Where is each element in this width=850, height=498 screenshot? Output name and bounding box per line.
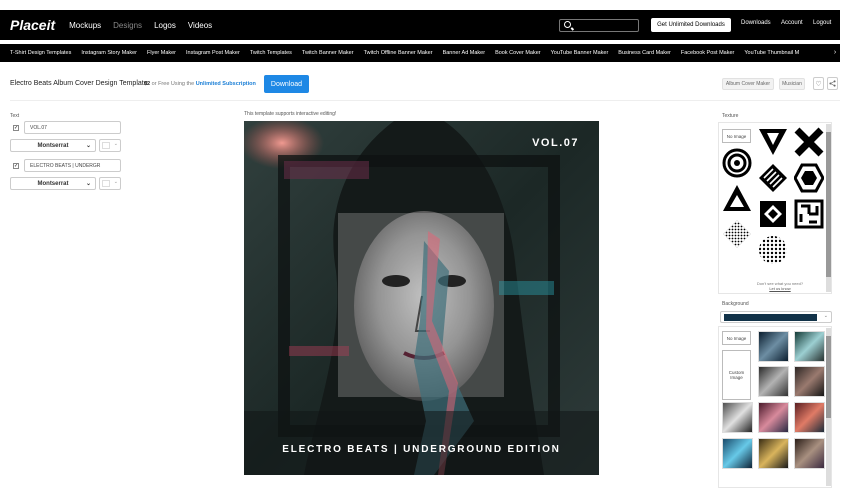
category-item[interactable]: Twitch Offline Banner Maker xyxy=(364,50,433,56)
background-thumbnail[interactable] xyxy=(722,438,753,469)
category-bar: T-Shirt Design Templates Instagram Story… xyxy=(0,44,840,62)
search-icon xyxy=(564,21,571,28)
price-info: $2 or Free Using the Unlimited Subscript… xyxy=(144,81,256,87)
get-unlimited-button[interactable]: Get Unlimited Downloads xyxy=(651,18,731,32)
background-thumbnail[interactable] xyxy=(794,331,825,362)
category-item[interactable]: YouTube Thumbnail M xyxy=(744,50,799,56)
color-swatch xyxy=(102,180,110,187)
search-input[interactable] xyxy=(559,19,639,32)
scrollbar-thumb[interactable] xyxy=(826,132,831,277)
chevron-down-icon: ⌄ xyxy=(823,313,828,319)
placeit-logo[interactable]: Placeit xyxy=(10,17,55,33)
chevron-down-icon: ⌄ xyxy=(113,179,118,185)
concentric-circles-icon[interactable] xyxy=(722,148,752,178)
category-item[interactable]: Business Card Maker xyxy=(618,50,671,56)
background-thumbnail[interactable] xyxy=(722,402,753,433)
help-link[interactable]: Let us know xyxy=(769,286,790,291)
nav-videos[interactable]: Videos xyxy=(188,21,212,30)
text-1-checkbox[interactable]: ✓ xyxy=(13,125,19,131)
category-item[interactable]: T-Shirt Design Templates xyxy=(10,50,71,56)
nav-logos[interactable]: Logos xyxy=(154,21,176,30)
share-icon[interactable] xyxy=(827,77,838,90)
triangle-icon[interactable] xyxy=(722,183,752,213)
background-thumbnail[interactable] xyxy=(794,402,825,433)
price-or-text: or Free Using the xyxy=(151,81,195,87)
texture-no-image[interactable]: No Image xyxy=(722,129,751,143)
text-1-font-select[interactable]: Montserrat ⌄ xyxy=(10,139,96,152)
category-item[interactable]: Instagram Story Maker xyxy=(81,50,137,56)
divider xyxy=(10,100,840,101)
chevron-down-icon: ⌄ xyxy=(85,181,91,187)
diamond-square-icon[interactable] xyxy=(758,199,788,229)
background-thumbnail[interactable] xyxy=(758,331,789,362)
chevron-right-icon[interactable]: › xyxy=(830,44,840,62)
custom-image-button[interactable]: Custom Image xyxy=(722,350,751,400)
hexagon-icon[interactable] xyxy=(794,163,824,193)
font-name: Montserrat xyxy=(37,142,69,149)
texture-scrollbar[interactable] xyxy=(826,124,831,292)
nav-mockups[interactable]: Mockups xyxy=(69,21,101,30)
tag-musician[interactable]: Musician xyxy=(779,78,805,90)
background-color-select[interactable]: ⌄ xyxy=(720,311,832,323)
album-cover-artwork xyxy=(244,121,599,475)
price-value: $2 xyxy=(144,81,151,87)
dots-diamond-icon[interactable] xyxy=(722,219,752,249)
x-shape-icon[interactable] xyxy=(794,127,824,157)
background-thumbnail[interactable] xyxy=(794,438,825,469)
text-section-label: Text xyxy=(10,113,20,119)
background-thumbnail[interactable] xyxy=(758,438,789,469)
diamond-lines-icon[interactable] xyxy=(758,163,788,193)
heart-icon[interactable]: ♡ xyxy=(813,77,824,90)
background-thumbnail[interactable] xyxy=(758,402,789,433)
background-scrollbar[interactable] xyxy=(826,328,831,486)
font-name: Montserrat xyxy=(37,180,69,187)
background-thumbnail[interactable] xyxy=(758,366,789,397)
text-2-font-select[interactable]: Montserrat ⌄ xyxy=(10,177,96,190)
background-thumbnail[interactable] xyxy=(794,366,825,397)
category-item[interactable]: Flyer Maker xyxy=(147,50,176,56)
download-button[interactable]: Download xyxy=(264,75,309,93)
interactive-editing-note: This template supports interactive editi… xyxy=(244,111,337,117)
top-navigation: Placeit Mockups Designs Logos Videos Get… xyxy=(0,10,840,40)
chevron-down-icon: ⌄ xyxy=(85,143,91,149)
category-item[interactable]: Instagram Post Maker xyxy=(186,50,240,56)
category-item[interactable]: Facebook Post Maker xyxy=(681,50,735,56)
help-text: Don't see what you need? Let us know xyxy=(740,281,820,291)
category-item[interactable]: Book Cover Maker xyxy=(495,50,541,56)
category-item[interactable]: YouTube Banner Maker xyxy=(551,50,609,56)
maze-square-icon[interactable] xyxy=(794,199,824,229)
text-2-checkbox[interactable]: ✓ xyxy=(13,163,19,169)
text-1-color-select[interactable]: ⌄ xyxy=(99,139,121,152)
background-no-image[interactable]: No Image xyxy=(722,331,751,345)
texture-section-label: Texture xyxy=(722,113,739,119)
nav-account[interactable]: Account xyxy=(781,20,803,26)
text-2-color-select[interactable]: ⌄ xyxy=(99,177,121,190)
color-swatch xyxy=(102,142,110,149)
chevron-down-icon: ⌄ xyxy=(113,141,118,147)
album-cover-preview[interactable]: VOL.07 ELECTRO BEATS | UNDERGROUND EDITI… xyxy=(244,121,599,475)
category-item[interactable]: Banner Ad Maker xyxy=(443,50,486,56)
category-item[interactable]: Twitch Banner Maker xyxy=(302,50,354,56)
background-color-swatch xyxy=(724,314,817,321)
cover-title-text[interactable]: ELECTRO BEATS | UNDERGROUND EDITION xyxy=(244,444,599,455)
background-section-label: Background xyxy=(722,301,749,307)
subscription-link[interactable]: Unlimited Subscription xyxy=(196,81,256,87)
nav-logout[interactable]: Logout xyxy=(813,20,831,26)
text-2-input[interactable]: ELECTRO BEATS | UNDERGR xyxy=(24,159,121,172)
title-row: Electro Beats Album Cover Design Templat… xyxy=(0,74,840,96)
nav-downloads[interactable]: Downloads xyxy=(741,20,771,26)
dots-circle-icon[interactable] xyxy=(758,235,788,265)
cover-volume-text[interactable]: VOL.07 xyxy=(532,137,579,149)
text-1-input[interactable]: VOL.07 xyxy=(24,121,121,134)
nav-designs[interactable]: Designs xyxy=(113,21,142,30)
category-item[interactable]: Twitch Templates xyxy=(250,50,292,56)
scrollbar-thumb[interactable] xyxy=(826,336,831,418)
page: Placeit Mockups Designs Logos Videos Get… xyxy=(0,0,850,498)
tag-album-cover-maker[interactable]: Album Cover Maker xyxy=(722,78,774,90)
page-title: Electro Beats Album Cover Design Templat… xyxy=(10,80,148,87)
v-shape-icon[interactable] xyxy=(758,127,788,157)
